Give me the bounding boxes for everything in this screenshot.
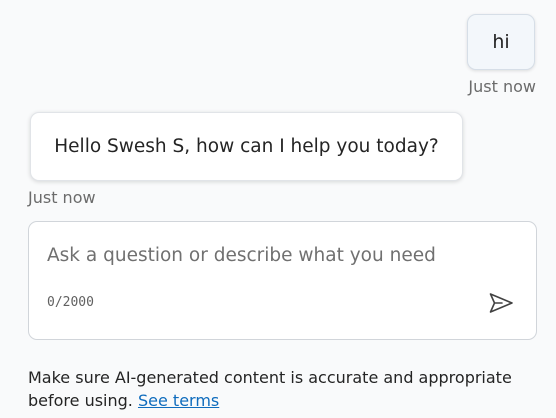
disclaimer-text: Make sure AI-generated content is accura… bbox=[28, 368, 512, 410]
user-message-timestamp: Just now bbox=[468, 77, 536, 96]
user-message-bubble: hi bbox=[467, 14, 535, 70]
bot-message-text: Hello Swesh S, how can I help you today? bbox=[54, 136, 439, 157]
chat-input-box[interactable]: Ask a question or describe what you need… bbox=[28, 221, 537, 340]
chat-input-placeholder[interactable]: Ask a question or describe what you need bbox=[47, 245, 436, 266]
user-message-text: hi bbox=[492, 31, 510, 53]
send-button[interactable] bbox=[484, 288, 518, 318]
bot-message-timestamp: Just now bbox=[28, 188, 96, 207]
character-counter: 0/2000 bbox=[47, 295, 94, 310]
ai-disclaimer: Make sure AI-generated content is accura… bbox=[28, 366, 538, 412]
bot-message-bubble: Hello Swesh S, how can I help you today? bbox=[30, 112, 463, 181]
send-icon bbox=[489, 293, 513, 313]
see-terms-link[interactable]: See terms bbox=[138, 391, 219, 410]
